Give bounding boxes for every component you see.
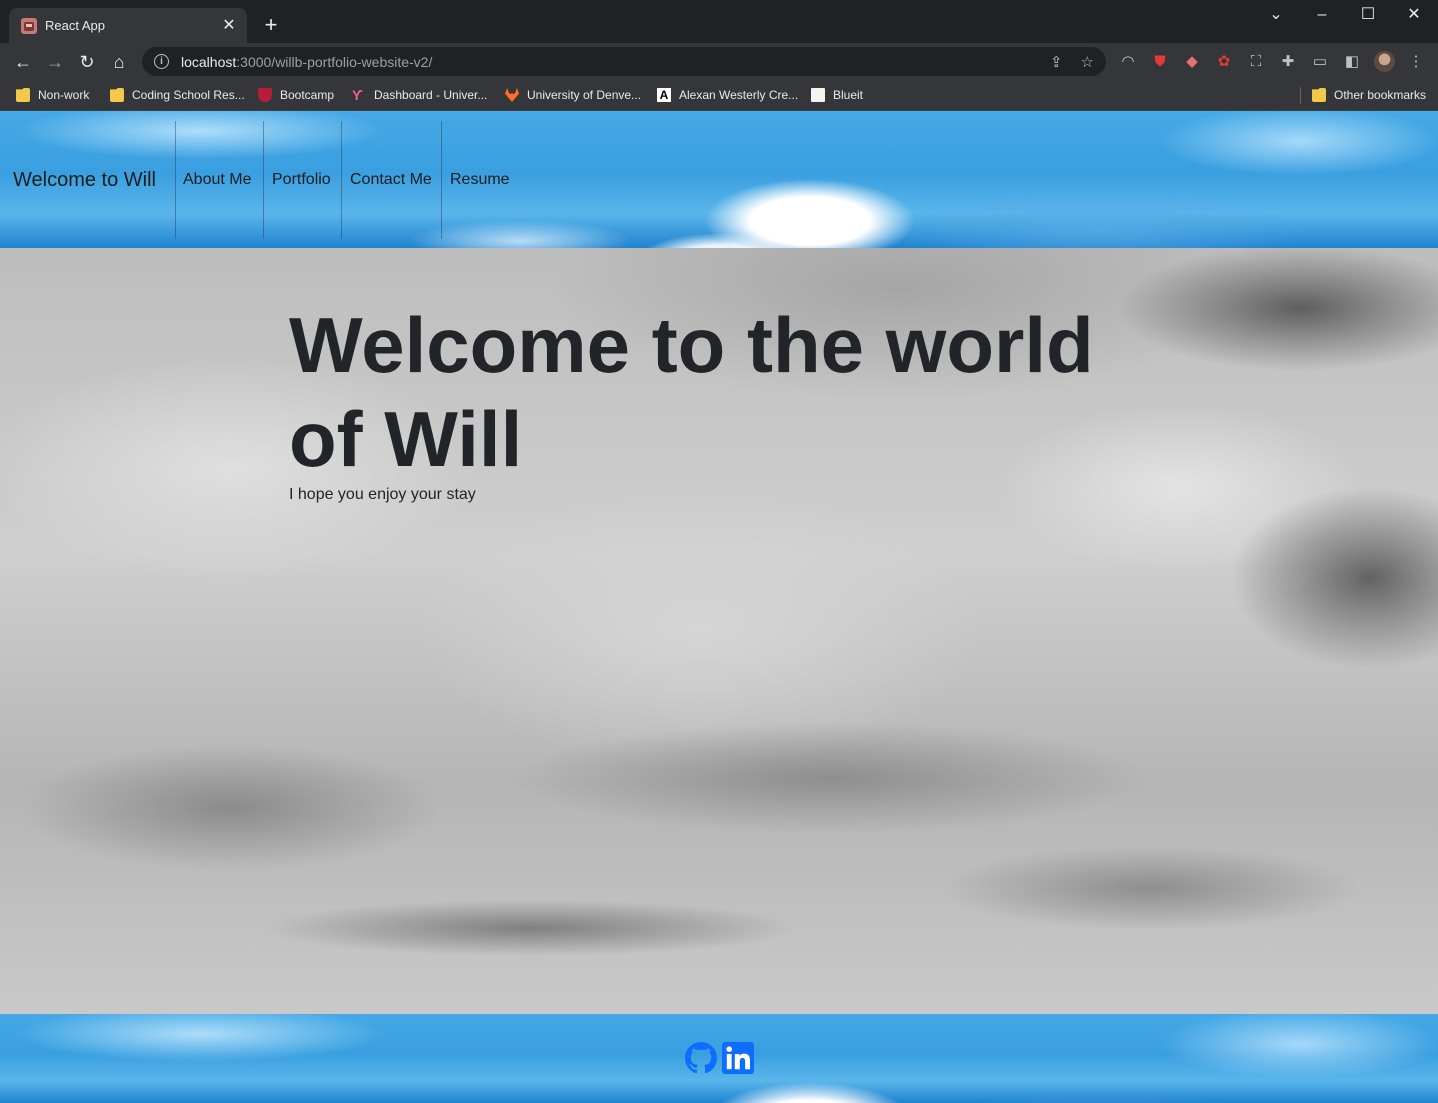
bookmark-item[interactable]: Coding School Res... — [110, 86, 245, 104]
github-icon[interactable] — [685, 1042, 717, 1074]
kebab-menu-icon[interactable]: ⋮ — [1406, 52, 1426, 72]
linkedin-icon[interactable] — [722, 1042, 754, 1074]
tab-search-icon[interactable]: ⌄ — [1253, 4, 1299, 28]
bookmark-item[interactable]: Bootcamp — [258, 86, 334, 104]
home-icon[interactable]: ⌂ — [106, 49, 132, 75]
site-navbar: Welcome to Will About Me Portfolio Conta… — [0, 111, 1438, 248]
site-info-icon[interactable]: i — [154, 54, 169, 69]
bookmark-item[interactable]: ϒ Dashboard - Univer... — [352, 86, 487, 104]
folder-icon — [16, 88, 30, 102]
shield-icon — [258, 88, 272, 102]
yelp-like-icon: ϒ — [352, 87, 363, 103]
close-window-button[interactable]: ✕ — [1391, 4, 1437, 28]
hero-title: Welcome to the world of Will — [289, 301, 1094, 483]
address-bar[interactable]: i localhost:3000/willb-portfolio-website… — [142, 47, 1106, 76]
page-viewport: Welcome to Will About Me Portfolio Conta… — [0, 111, 1438, 1103]
nav-contact-me[interactable]: Contact Me — [350, 171, 432, 189]
other-bookmarks[interactable]: Other bookmarks — [1312, 86, 1426, 104]
nav-divider — [341, 121, 342, 239]
bookmark-item[interactable]: A Alexan Westerly Cre... — [657, 86, 798, 104]
tab-favicon-icon — [21, 17, 37, 34]
tab-strip: React App ✕ + ⌄ – ☐ ✕ — [0, 0, 1438, 43]
hero-subtitle: I hope you enjoy your stay — [289, 486, 476, 503]
side-panel-icon[interactable]: ◧ — [1342, 52, 1362, 72]
extension-arc-icon[interactable]: ◠ — [1118, 52, 1138, 72]
bookmark-item[interactable]: Non-work — [16, 86, 89, 104]
screenshot-icon[interactable]: ⛶ — [1246, 52, 1266, 72]
hero-section: Welcome to the world of Will I hope you … — [0, 248, 1438, 1014]
nav-divider — [175, 121, 176, 239]
site-footer — [0, 1014, 1438, 1103]
gitlab-icon — [505, 88, 519, 102]
close-tab-icon[interactable]: ✕ — [221, 17, 237, 34]
maximize-button[interactable]: ☐ — [1345, 4, 1391, 28]
folder-icon — [1312, 88, 1326, 102]
extensions-puzzle-icon[interactable]: ✚ — [1278, 52, 1298, 72]
a-logo-icon: A — [657, 88, 671, 102]
ublock-icon[interactable]: ⛊ — [1150, 52, 1170, 72]
bookmark-item[interactable]: Blueit — [811, 86, 863, 104]
extension-red-icon[interactable]: ✿ — [1214, 52, 1234, 72]
profile-avatar[interactable] — [1374, 51, 1395, 72]
site-brand[interactable]: Welcome to Will — [13, 169, 156, 192]
nav-portfolio[interactable]: Portfolio — [272, 171, 331, 189]
nav-divider — [263, 121, 264, 239]
browser-toolbar: ← → ↻ ⌂ i localhost:3000/willb-portfolio… — [0, 43, 1438, 80]
bookmarks-divider — [1300, 87, 1301, 104]
reload-icon[interactable]: ↻ — [74, 49, 100, 75]
page-icon — [811, 88, 825, 102]
forward-arrow-icon[interactable]: → — [42, 49, 68, 75]
bookmark-star-icon[interactable]: ☆ — [1081, 53, 1094, 71]
nav-divider — [441, 121, 442, 239]
minimize-button[interactable]: – — [1299, 4, 1345, 28]
nav-resume[interactable]: Resume — [450, 171, 510, 189]
browser-tab[interactable]: React App ✕ — [9, 8, 247, 43]
bookmarks-bar: Non-work Coding School Res... Bootcamp ϒ… — [0, 80, 1438, 111]
url-text[interactable]: localhost:3000/willb-portfolio-website-v… — [181, 54, 432, 70]
back-arrow-icon[interactable]: ← — [10, 49, 36, 75]
new-tab-button[interactable]: + — [259, 13, 283, 37]
nav-about-me[interactable]: About Me — [183, 171, 251, 189]
folder-icon — [110, 88, 124, 102]
extension-badge-icon[interactable]: ◆ — [1182, 52, 1202, 72]
cast-icon[interactable]: ▭ — [1310, 52, 1330, 72]
share-icon[interactable]: ⇪ — [1050, 53, 1063, 71]
bookmark-item[interactable]: University of Denve... — [505, 86, 641, 104]
tab-title: React App — [45, 18, 105, 33]
